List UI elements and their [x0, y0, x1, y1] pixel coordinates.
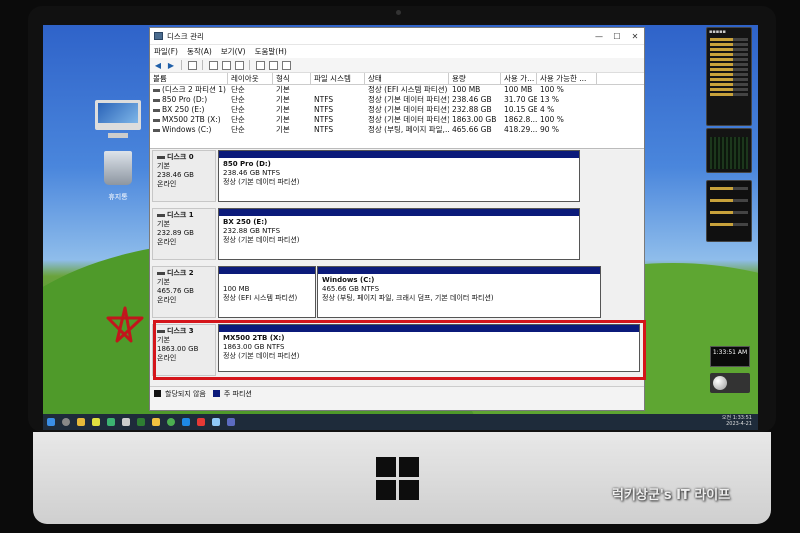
console-tree-icon[interactable]	[187, 60, 197, 70]
clock-widget: 1:33:51 AM	[710, 346, 750, 367]
minimize-button[interactable]: —	[590, 32, 608, 41]
disk-row-2: 디스크 2 기본 465.76 GB 온라인 100 MB 정상 (EFI 시스템 …	[150, 266, 644, 318]
maximize-button[interactable]: ☐	[608, 32, 626, 41]
check-icon[interactable]	[268, 60, 278, 70]
computer-stand-icon	[108, 133, 128, 138]
trash-label: 휴지통	[108, 193, 128, 201]
forward-arrow-icon[interactable]: ▶	[166, 60, 176, 70]
col-type[interactable]: 형식	[273, 73, 311, 84]
partition-bar	[318, 267, 600, 274]
unallocated-swatch	[154, 390, 161, 397]
disk-row-1: 디스크 1 기본 232.89 GB 온라인 BX 250 (E:) 232.88 …	[150, 208, 644, 260]
table-row[interactable]: MX500 2TB (X:) 단순 기본 NTFS 정상 (기본 데이터 파티션) …	[150, 115, 644, 125]
volume-table: (디스크 2 파티션 1) 단순 기본 정상 (EFI 시스템 파티션) 100 …	[150, 85, 644, 149]
legend-bar: 할당되지 않음 주 파티션	[150, 386, 644, 400]
disk-icon	[157, 155, 165, 159]
partition-block[interactable]: BX 250 (E:) 232.88 GB NTFS 정상 (기본 데이터 파티…	[218, 208, 580, 260]
disk-label[interactable]: 디스크 1 기본 232.89 GB 온라인	[152, 208, 216, 260]
col-status[interactable]: 상태	[365, 73, 449, 84]
table-row[interactable]: 850 Pro (D:) 단순 기본 NTFS 정상 (기본 데이터 파티션) 23…	[150, 95, 644, 105]
trash-icon[interactable]	[104, 151, 132, 185]
cpu-widget-header: ▪▪▪▪▪	[709, 29, 726, 35]
watermark: 럭키상군's IT 라이프	[612, 488, 731, 503]
volume-icon	[153, 98, 160, 102]
star-annotation-icon	[106, 306, 144, 343]
menu-view[interactable]: 보기(V)	[221, 46, 246, 57]
volume-icon	[153, 118, 160, 122]
col-layout[interactable]: 레이아웃	[228, 73, 273, 84]
clock-time: 1:33:51 AM	[712, 349, 748, 356]
computer-icon[interactable]	[95, 100, 141, 130]
menu-file[interactable]: 파일(F)	[154, 46, 178, 57]
partition-block[interactable]: Windows (C:) 465.66 GB NTFS 정상 (부팅, 페이지 …	[317, 266, 601, 318]
partition-bar	[219, 267, 315, 274]
table-row[interactable]: Windows (C:) 단순 기본 NTFS 정상 (부팅, 페이지 파일,...…	[150, 125, 644, 135]
close-button[interactable]: ✕	[626, 32, 644, 41]
menu-help[interactable]: 도움말(H)	[255, 46, 287, 57]
partition-block[interactable]: 100 MB 정상 (EFI 시스템 파티션)	[218, 266, 316, 318]
volume-table-header: 볼륨 레이아웃 형식 파일 시스템 상태 용량 사용 가... 사용 가능한 .…	[150, 73, 644, 85]
webcam	[396, 10, 401, 15]
disk-icon	[157, 271, 165, 275]
highlight-box	[153, 320, 646, 380]
moon-widget	[710, 373, 750, 393]
table-row[interactable]: (디스크 2 파티션 1) 단순 기본 정상 (EFI 시스템 파티션) 100 …	[150, 85, 644, 95]
partition-bar	[219, 209, 579, 216]
col-free-space[interactable]: 사용 가...	[501, 73, 537, 84]
col-capacity[interactable]: 용량	[449, 73, 501, 84]
volume-icon	[153, 108, 160, 112]
primary-swatch	[212, 390, 220, 397]
window-title: 디스크 관리	[167, 31, 204, 41]
back-arrow-icon[interactable]: ◀	[153, 60, 163, 70]
document-icon[interactable]	[281, 60, 291, 70]
properties-icon[interactable]	[208, 60, 218, 70]
partition-block[interactable]: 850 Pro (D:) 238.46 GB NTFS 정상 (기본 데이터 파…	[218, 150, 580, 202]
disk-icon	[157, 213, 165, 217]
disk-label[interactable]: 디스크 0 기본 238.46 GB 온라인	[152, 150, 216, 202]
col-filesystem[interactable]: 파일 시스템	[311, 73, 365, 84]
toolbar: ◀ ▶	[150, 58, 644, 73]
menu-bar: 파일(F) 동작(A) 보기(V) 도움말(H)	[150, 45, 644, 58]
drive-meter-widget	[706, 180, 752, 242]
disk-row-0: 디스크 0 기본 238.46 GB 온라인 850 Pro (D:) 238.46…	[150, 150, 644, 202]
legend-primary: 주 파티션	[223, 389, 252, 398]
windows-logo-icon	[376, 457, 420, 501]
col-percent-free[interactable]: 사용 가능한 ...	[537, 73, 597, 84]
photo-stage: 휴지통 ▪▪▪▪▪ 1:33:51 AM 디스크 관리 — ☐ ✕ 파일(F) …	[0, 0, 800, 533]
volume-icon	[153, 88, 160, 92]
disk-label[interactable]: 디스크 2 기본 465.76 GB 온라인	[152, 266, 216, 318]
disk-management-icon	[154, 32, 163, 40]
connect-icon[interactable]	[255, 60, 265, 70]
volume-icon	[153, 128, 160, 132]
menu-action[interactable]: 동작(A)	[187, 46, 212, 57]
col-volume[interactable]: 볼륨	[150, 73, 228, 84]
legend-unallocated: 할당되지 않음	[165, 389, 206, 398]
gpu-graph	[710, 137, 748, 169]
title-bar[interactable]: 디스크 관리 — ☐ ✕	[150, 28, 644, 45]
table-row[interactable]: BX 250 (E:) 단순 기본 NTFS 정상 (기본 데이터 파티션) 232…	[150, 105, 644, 115]
help-icon[interactable]	[221, 60, 231, 70]
gpu-meter-widget	[706, 128, 752, 173]
partition-bar	[219, 151, 579, 158]
cpu-usage-widget: ▪▪▪▪▪	[706, 27, 752, 126]
view-icon[interactable]	[234, 60, 244, 70]
